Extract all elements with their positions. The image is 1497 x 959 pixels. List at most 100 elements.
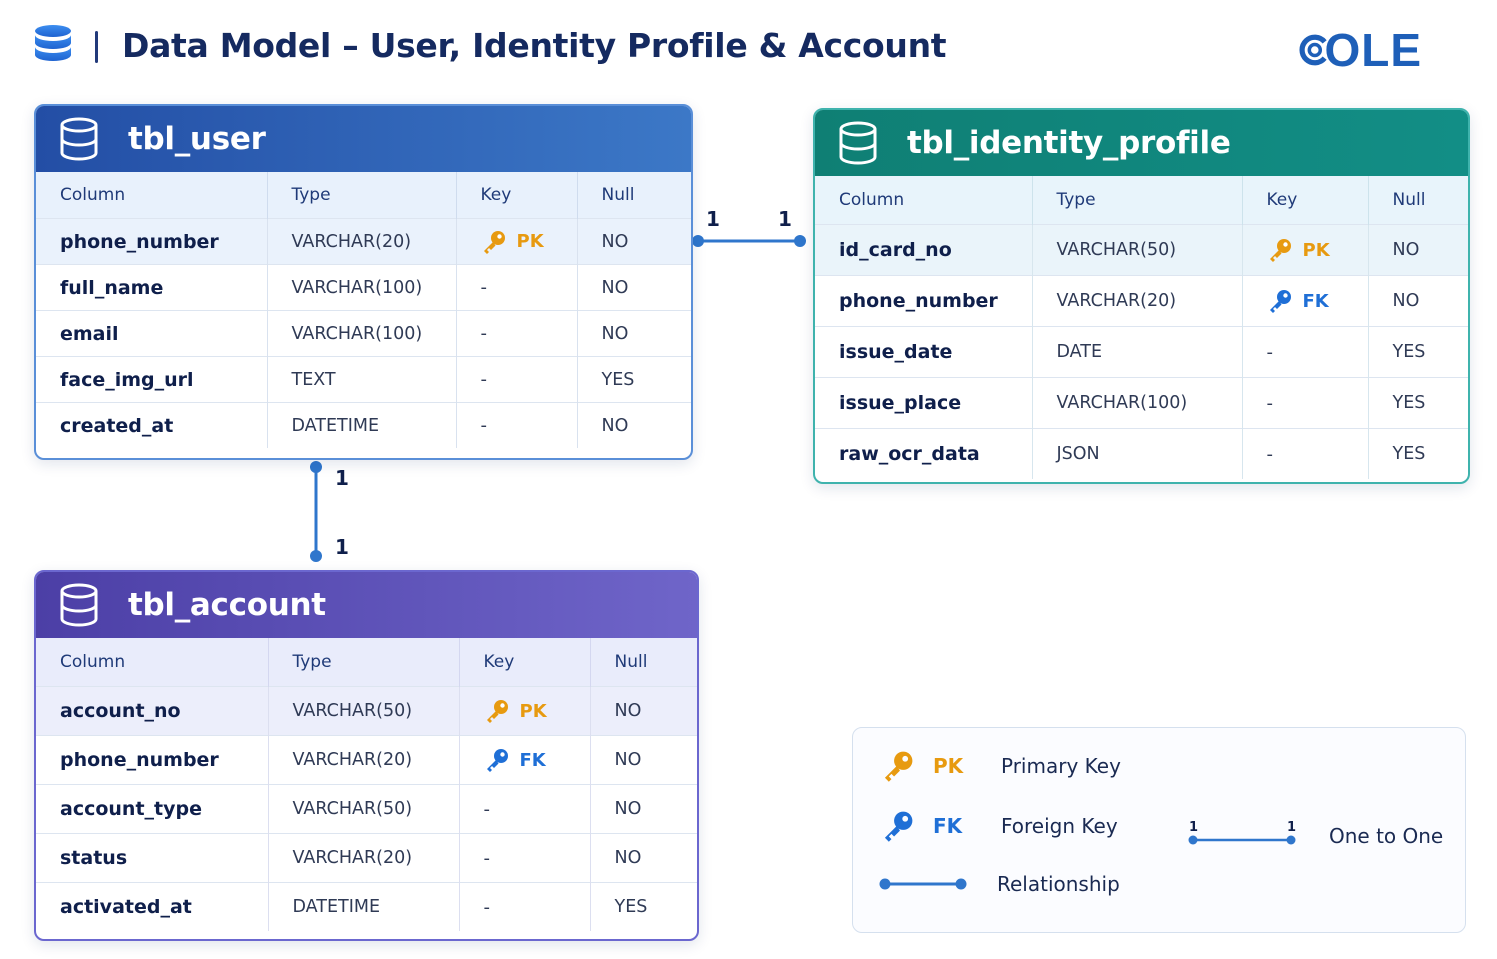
column-type: VARCHAR(100): [266, 310, 456, 357]
table-name: tbl_user: [128, 121, 266, 157]
column-type: JSON: [1031, 428, 1242, 479]
column-nullable: NO: [589, 833, 697, 883]
key-icon: [1269, 290, 1291, 313]
column-name: issue_date: [815, 326, 1032, 378]
column-nullable: YES: [1367, 428, 1468, 479]
legend-item-relationship: Relationship: [875, 872, 1120, 896]
column-header: Column: [60, 185, 126, 205]
column-type: VARCHAR(20): [267, 833, 459, 883]
column-key: -: [458, 882, 590, 931]
column-nullable: NO: [576, 218, 691, 265]
column-header-row: Column Type Key Null: [36, 638, 697, 687]
column-table: Column Type Key Null phone_number VARCHAR…: [36, 172, 691, 448]
logo-text: OLE: [1324, 24, 1422, 76]
key-label: PK: [1302, 239, 1330, 261]
column-nullable: YES: [589, 882, 697, 931]
column-nullable: NO: [589, 735, 697, 785]
column-type: VARCHAR(20): [266, 218, 456, 265]
relationship-line-icon: [879, 878, 967, 890]
relationship-endpoint: [310, 550, 322, 562]
table-row: phone_number VARCHAR(20) FK NO: [815, 275, 1468, 327]
table-user: tbl_user Column Type Key Null phone_numb…: [34, 104, 693, 460]
column-nullable: NO: [589, 784, 697, 834]
key-badge: FK: [484, 747, 590, 773]
column-header: Type: [266, 172, 456, 219]
column-nullable: NO: [576, 264, 691, 311]
column-name: created_at: [36, 402, 267, 448]
table-row: activated_at DATETIME - YES: [36, 882, 697, 931]
column-nullable: YES: [576, 356, 691, 403]
table-row: phone_number VARCHAR(20) PK NO: [36, 218, 691, 265]
column-key: -: [1241, 326, 1368, 378]
column-type: VARCHAR(20): [267, 735, 459, 785]
column-key: PK: [1241, 224, 1368, 276]
column-header: Null: [1367, 176, 1468, 225]
key-label: PK: [516, 231, 544, 252]
column-type: VARCHAR(50): [267, 686, 459, 736]
key-badge: FK: [1267, 288, 1368, 314]
column-header: Column: [839, 190, 905, 210]
column-header: Type: [1031, 176, 1242, 225]
column-nullable: NO: [1367, 275, 1468, 327]
key-label: FK: [1302, 290, 1329, 312]
legend-pk-label: PK: [933, 754, 964, 778]
column-header: Key: [1241, 176, 1368, 225]
column-header: Null: [576, 172, 691, 219]
table-row: issue_place VARCHAR(100) - YES: [815, 377, 1468, 429]
cardinality-label: 1: [706, 207, 720, 231]
key-icon: [486, 700, 508, 723]
column-key: FK: [1241, 275, 1368, 327]
table-header: tbl_user: [36, 106, 691, 172]
database-icon: [60, 117, 98, 161]
table-row: raw_ocr_data JSON - YES: [815, 428, 1468, 479]
brand-logo: OLE: [1298, 24, 1422, 76]
legend-pk-desc: Primary Key: [1001, 754, 1121, 778]
cardinality-label: 1: [335, 535, 349, 559]
key-icon: [884, 811, 913, 842]
column-key: -: [455, 310, 577, 357]
column-name: phone_number: [36, 735, 268, 785]
column-nullable: NO: [1367, 224, 1468, 276]
column-nullable: YES: [1367, 326, 1468, 378]
column-nullable: NO: [589, 686, 697, 736]
legend-cardinality: 1: [1189, 820, 1199, 835]
column-header: Column: [60, 652, 126, 672]
legend-item-fk: FK Foreign Key: [881, 808, 1118, 844]
legend-fk-label: FK: [933, 814, 963, 838]
column-type: VARCHAR(50): [1031, 224, 1242, 276]
column-type: VARCHAR(20): [1031, 275, 1242, 327]
column-key: -: [1241, 377, 1368, 429]
legend-one-to-one: One to One: [1329, 824, 1444, 848]
column-name: full_name: [36, 264, 267, 311]
table-identity-profile: tbl_identity_profile Column Type Key Nul…: [813, 108, 1470, 484]
column-key: PK: [458, 686, 590, 736]
key-badge: PK: [481, 229, 577, 255]
table-row: issue_date DATE - YES: [815, 326, 1468, 378]
column-type: VARCHAR(50): [267, 784, 459, 834]
column-type: VARCHAR(100): [266, 264, 456, 311]
table-row: email VARCHAR(100) - NO: [36, 310, 691, 357]
column-name: activated_at: [36, 882, 268, 931]
table-header: tbl_identity_profile: [815, 110, 1468, 176]
column-name: phone_number: [36, 218, 267, 265]
column-name: raw_ocr_data: [815, 428, 1032, 479]
column-table: Column Type Key Null account_no VARCHAR(5…: [36, 638, 697, 931]
column-header: Type: [267, 638, 459, 687]
column-key: -: [458, 833, 590, 883]
key-icon: [1269, 239, 1291, 262]
table-row: id_card_no VARCHAR(50) PK NO: [815, 224, 1468, 276]
legend-fk-desc: Foreign Key: [1001, 814, 1118, 838]
table-row: full_name VARCHAR(100) - NO: [36, 264, 691, 311]
table-account: tbl_account Column Type Key Null account…: [34, 570, 699, 941]
table-row: phone_number VARCHAR(20) FK NO: [36, 735, 697, 785]
table-row: account_no VARCHAR(50) PK NO: [36, 686, 697, 736]
database-icon: [839, 121, 877, 165]
key-badge: PK: [484, 698, 590, 724]
column-type: DATETIME: [266, 402, 456, 448]
database-icon: [60, 583, 98, 627]
legend-cardinality: 1: [1287, 820, 1297, 835]
column-name: face_img_url: [36, 356, 267, 403]
column-nullable: NO: [576, 402, 691, 448]
column-key: FK: [458, 735, 590, 785]
key-icon: [884, 751, 913, 782]
